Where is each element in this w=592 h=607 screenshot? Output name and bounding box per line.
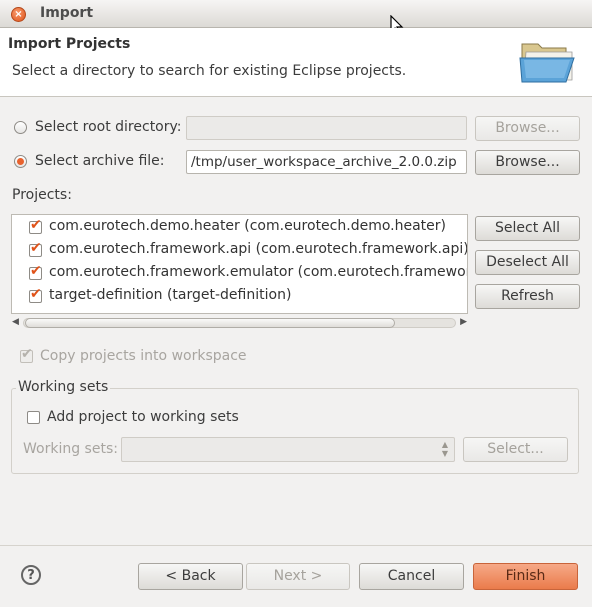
close-icon: × [14, 9, 23, 20]
root-directory-label: Select root directory: [35, 119, 182, 135]
page-description: Select a directory to search for existin… [12, 63, 407, 79]
footer-separator [0, 545, 592, 546]
cancel-button[interactable]: Cancel [359, 563, 464, 590]
checkmark-icon: ✔ [30, 240, 42, 256]
root-directory-radio[interactable] [14, 121, 27, 134]
project-checkbox[interactable]: ✔ [29, 217, 42, 234]
scroll-right-icon[interactable]: ▶ [460, 317, 467, 327]
working-sets-field-label: Working sets: [23, 441, 118, 457]
project-checkbox[interactable]: ✔ [29, 263, 42, 280]
project-checkbox[interactable]: ✔ [29, 240, 42, 257]
deselect-all-button[interactable]: Deselect All [475, 250, 580, 275]
help-icon[interactable]: ? [21, 565, 41, 585]
working-sets-combo[interactable]: ▲ ▼ [121, 437, 455, 462]
scroll-left-icon[interactable]: ◀ [12, 317, 19, 327]
projects-list[interactable]: ✔ com.eurotech.demo.heater (com.eurotech… [11, 214, 468, 314]
page-title: Import Projects [8, 36, 131, 52]
archive-browse-button[interactable]: Browse... [475, 150, 580, 175]
window-titlebar: × Import [0, 0, 592, 28]
refresh-button[interactable]: Refresh [475, 284, 580, 309]
list-item[interactable]: ✔ com.eurotech.demo.heater (com.eurotech… [12, 216, 467, 238]
close-window-button[interactable]: × [11, 7, 26, 22]
back-button[interactable]: < Back [138, 563, 243, 590]
list-item[interactable]: ✔ com.eurotech.framework.api (com.eurote… [12, 239, 468, 261]
window-title: Import [40, 5, 94, 21]
copy-projects-checkbox[interactable]: ✔ [20, 346, 33, 363]
checkmark-icon: ✔ [30, 286, 42, 302]
checkmark-icon: ✔ [30, 263, 42, 279]
project-checkbox[interactable]: ✔ [29, 286, 42, 303]
spinner-arrows-icon: ▲ ▼ [441, 440, 448, 458]
archive-file-label: Select archive file: [35, 153, 165, 169]
checkmark-icon: ✔ [30, 217, 42, 233]
root-directory-field[interactable] [186, 116, 467, 140]
working-sets-select-button[interactable]: Select... [463, 437, 568, 462]
archive-file-radio[interactable] [14, 155, 27, 168]
project-label: com.eurotech.framework.api (com.eurotech… [49, 241, 468, 257]
working-sets-group-label: Working sets [16, 379, 111, 395]
list-item[interactable]: ✔ target-definition (target-definition) [12, 285, 467, 307]
scrollbar-thumb[interactable] [25, 318, 395, 328]
checkmark-icon: ✔ [21, 346, 33, 362]
open-folder-icon [519, 43, 575, 83]
project-label: com.eurotech.demo.heater (com.eurotech.d… [49, 218, 446, 234]
archive-file-field[interactable]: /tmp/user_workspace_archive_2.0.0.zip [186, 150, 467, 174]
root-browse-button[interactable]: Browse... [475, 116, 580, 141]
select-all-button[interactable]: Select All [475, 216, 580, 241]
wizard-header: Import Projects Select a directory to se… [0, 28, 592, 97]
add-to-working-sets-checkbox[interactable] [27, 411, 40, 424]
projects-horizontal-scrollbar[interactable]: ◀ ▶ [11, 316, 468, 330]
projects-label: Projects: [12, 187, 72, 203]
project-label: com.eurotech.framework.emulator (com.eur… [49, 264, 467, 280]
next-button[interactable]: Next > [246, 563, 350, 590]
list-item[interactable]: ✔ com.eurotech.framework.emulator (com.e… [12, 262, 467, 284]
project-label: target-definition (target-definition) [49, 287, 292, 303]
copy-projects-label: Copy projects into workspace [40, 348, 247, 364]
add-to-working-sets-label: Add project to working sets [47, 409, 239, 425]
finish-button[interactable]: Finish [473, 563, 578, 590]
